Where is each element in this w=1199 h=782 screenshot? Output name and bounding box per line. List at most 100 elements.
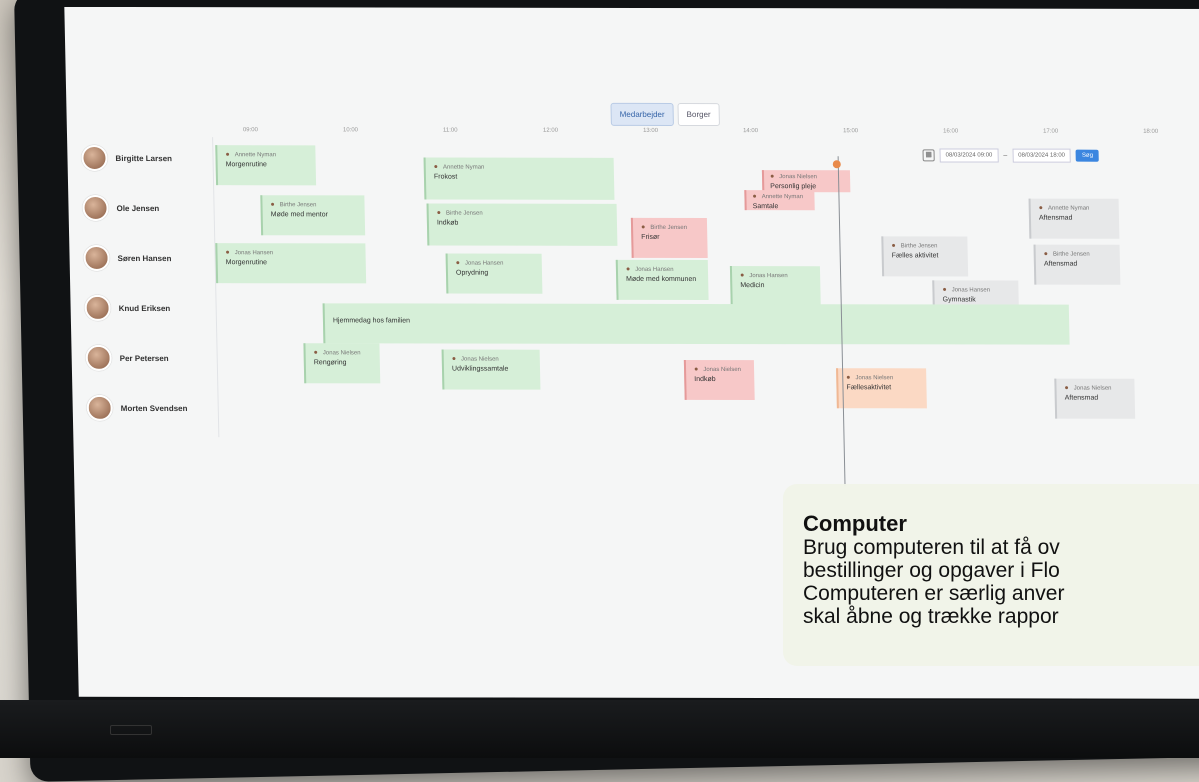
avatar bbox=[82, 194, 109, 221]
port-icon bbox=[110, 725, 152, 735]
event-assignee: Birthe Jensen bbox=[641, 224, 699, 231]
caption-line: bestillinger og opgaver i Flo bbox=[803, 559, 1060, 582]
event-title: Fællesaktivitet bbox=[846, 384, 892, 392]
person-name: Birgitte Larsen bbox=[115, 153, 173, 163]
event-block[interactable]: Birthe Jensen Møde med mentor bbox=[260, 195, 366, 236]
person-row[interactable]: Morten Svendsen bbox=[86, 394, 188, 421]
event-assignee: Annette Nyman bbox=[752, 193, 808, 200]
event-assignee: Jonas Nielsen bbox=[452, 356, 532, 363]
event-block[interactable]: Annette Nyman Frokost bbox=[423, 157, 615, 200]
event-title: Aftensmad bbox=[1038, 214, 1073, 222]
caption-title: Computer bbox=[803, 511, 907, 536]
event-assignee: Jonas Nielsen bbox=[314, 349, 372, 356]
event-title: Indkøb bbox=[694, 375, 716, 383]
event-title: Morgenrutine bbox=[225, 161, 267, 169]
event-title: Aftensmad bbox=[1043, 260, 1078, 268]
event-assignee: Jonas Hansen bbox=[626, 266, 700, 273]
person-name: Søren Hansen bbox=[117, 253, 172, 263]
calendar-icon[interactable]: ▦ bbox=[922, 149, 935, 162]
event-title: Personlig pleje bbox=[770, 183, 817, 191]
event-assignee: Birthe Jensen bbox=[437, 210, 609, 217]
event-block[interactable]: Birthe Jensen Frisør bbox=[630, 217, 708, 259]
person-row[interactable]: Ole Jensen bbox=[82, 194, 160, 221]
event-block[interactable]: Jonas Nielsen Aftensmad bbox=[1054, 378, 1136, 419]
time-tick: 17:00 bbox=[1043, 128, 1059, 135]
event-block[interactable]: Birthe Jensen Fælles aktivitet bbox=[881, 236, 969, 277]
time-tick: 14:00 bbox=[743, 128, 759, 135]
event-assignee: Jonas Hansen bbox=[942, 286, 1010, 293]
time-tick: 11:00 bbox=[442, 127, 458, 134]
event-title: Frokost bbox=[433, 173, 458, 181]
event-title: Møde med mentor bbox=[270, 211, 328, 219]
avatar bbox=[83, 244, 110, 271]
avatar bbox=[85, 344, 112, 371]
event-title: Indkøb bbox=[436, 219, 459, 227]
event-block[interactable]: Annette Nyman Samtale bbox=[744, 190, 815, 211]
time-tick: 12:00 bbox=[542, 127, 559, 134]
event-assignee: Birthe Jensen bbox=[891, 242, 959, 249]
event-block[interactable]: Jonas Hansen Oprydning bbox=[445, 253, 543, 294]
event-block[interactable]: Jonas Nielsen Indkøb bbox=[683, 359, 755, 401]
event-assignee: Jonas Nielsen bbox=[1064, 385, 1126, 392]
event-assignee: Birthe Jensen bbox=[1044, 251, 1112, 258]
event-title: Fælles aktivitet bbox=[891, 252, 939, 260]
time-tick: 13:00 bbox=[642, 127, 659, 134]
avatar bbox=[86, 394, 114, 421]
event-block[interactable]: Jonas Nielsen Udviklingssamtale bbox=[441, 349, 541, 390]
event-block[interactable]: Annette Nyman Morgenrutine bbox=[215, 145, 317, 186]
event-title: Gymnastik bbox=[942, 296, 976, 304]
segment-citizen[interactable]: Borger bbox=[677, 102, 720, 127]
event-assignee: Annette Nyman bbox=[434, 164, 606, 171]
event-block[interactable]: Jonas Hansen Medicin bbox=[729, 266, 821, 307]
event-title: Samtale bbox=[752, 203, 779, 211]
event-assignee: Jonas Hansen bbox=[740, 272, 812, 279]
time-tick: 10:00 bbox=[342, 127, 359, 134]
event-block[interactable]: Jonas Hansen Møde med kommunen bbox=[615, 259, 709, 300]
event-title: Rengøring bbox=[313, 359, 347, 367]
event-title: Udviklingssamtale bbox=[451, 365, 509, 373]
people-column: Birgitte Larsen Ole Jensen Søren Hansen … bbox=[67, 136, 220, 438]
date-separator: – bbox=[1003, 152, 1008, 160]
avatar bbox=[81, 144, 108, 171]
event-block[interactable]: Jonas Nielsen Rengøring bbox=[303, 343, 381, 384]
search-button[interactable]: Søg bbox=[1075, 149, 1100, 162]
avatar bbox=[84, 294, 111, 321]
event-block[interactable]: Annette Nyman Aftensmad bbox=[1028, 198, 1120, 239]
time-tick: 18:00 bbox=[1143, 128, 1159, 135]
caption-line: skal åbne og trække rappor bbox=[803, 605, 1059, 628]
time-tick: 15:00 bbox=[843, 128, 859, 135]
date-from-field[interactable]: 08/03/2024 09:00 bbox=[939, 148, 999, 163]
event-block[interactable]: Jonas Hansen Morgenrutine bbox=[215, 243, 367, 284]
event-title: Hjemmedag hos familien bbox=[332, 317, 411, 325]
person-row[interactable]: Søren Hansen bbox=[83, 244, 172, 271]
event-assignee: Jonas Hansen bbox=[456, 260, 534, 267]
event-assignee: Annette Nyman bbox=[1039, 205, 1111, 212]
caption-line: Computeren er særlig anver bbox=[803, 582, 1065, 605]
event-block[interactable]: Birthe Jensen Aftensmad bbox=[1033, 244, 1121, 285]
event-block[interactable]: Birthe Jensen Indkøb bbox=[426, 203, 618, 246]
person-row[interactable]: Per Petersen bbox=[85, 344, 169, 371]
event-assignee: Annette Nyman bbox=[225, 151, 307, 158]
event-assignee: Jonas Nielsen bbox=[694, 366, 746, 373]
caption-card: Computer Brug computeren til at få ov be… bbox=[783, 484, 1199, 666]
monitor-bezel bbox=[0, 700, 1199, 758]
date-range: ▦ 08/03/2024 09:00 – 08/03/2024 18:00 Sø… bbox=[922, 148, 1100, 163]
caption-line: Brug computeren til at få ov bbox=[803, 536, 1060, 559]
event-assignee: Jonas Hansen bbox=[225, 249, 357, 256]
date-to-field[interactable]: 08/03/2024 18:00 bbox=[1012, 148, 1072, 163]
event-assignee: Birthe Jensen bbox=[270, 201, 356, 208]
event-block[interactable]: Jonas Nielsen Fællesaktivitet bbox=[836, 368, 927, 409]
event-assignee: Jonas Nielsen bbox=[846, 374, 918, 381]
event-title: Frisør bbox=[641, 233, 660, 241]
person-row[interactable]: Birgitte Larsen bbox=[81, 144, 173, 171]
time-axis: 09:00 10:00 11:00 12:00 13:00 14:00 15:0… bbox=[213, 127, 1199, 143]
person-name: Ole Jensen bbox=[116, 203, 160, 213]
person-name: Knud Eriksen bbox=[118, 303, 171, 313]
event-block-allday[interactable]: Hjemmedag hos familien bbox=[322, 303, 1070, 345]
current-time-marker[interactable] bbox=[832, 160, 841, 169]
time-tick: 16:00 bbox=[943, 128, 959, 135]
segment-employee[interactable]: Medarbejder bbox=[610, 102, 674, 126]
person-name: Per Petersen bbox=[119, 353, 169, 363]
person-row[interactable]: Knud Eriksen bbox=[84, 294, 171, 321]
event-title: Aftensmad bbox=[1064, 394, 1099, 402]
